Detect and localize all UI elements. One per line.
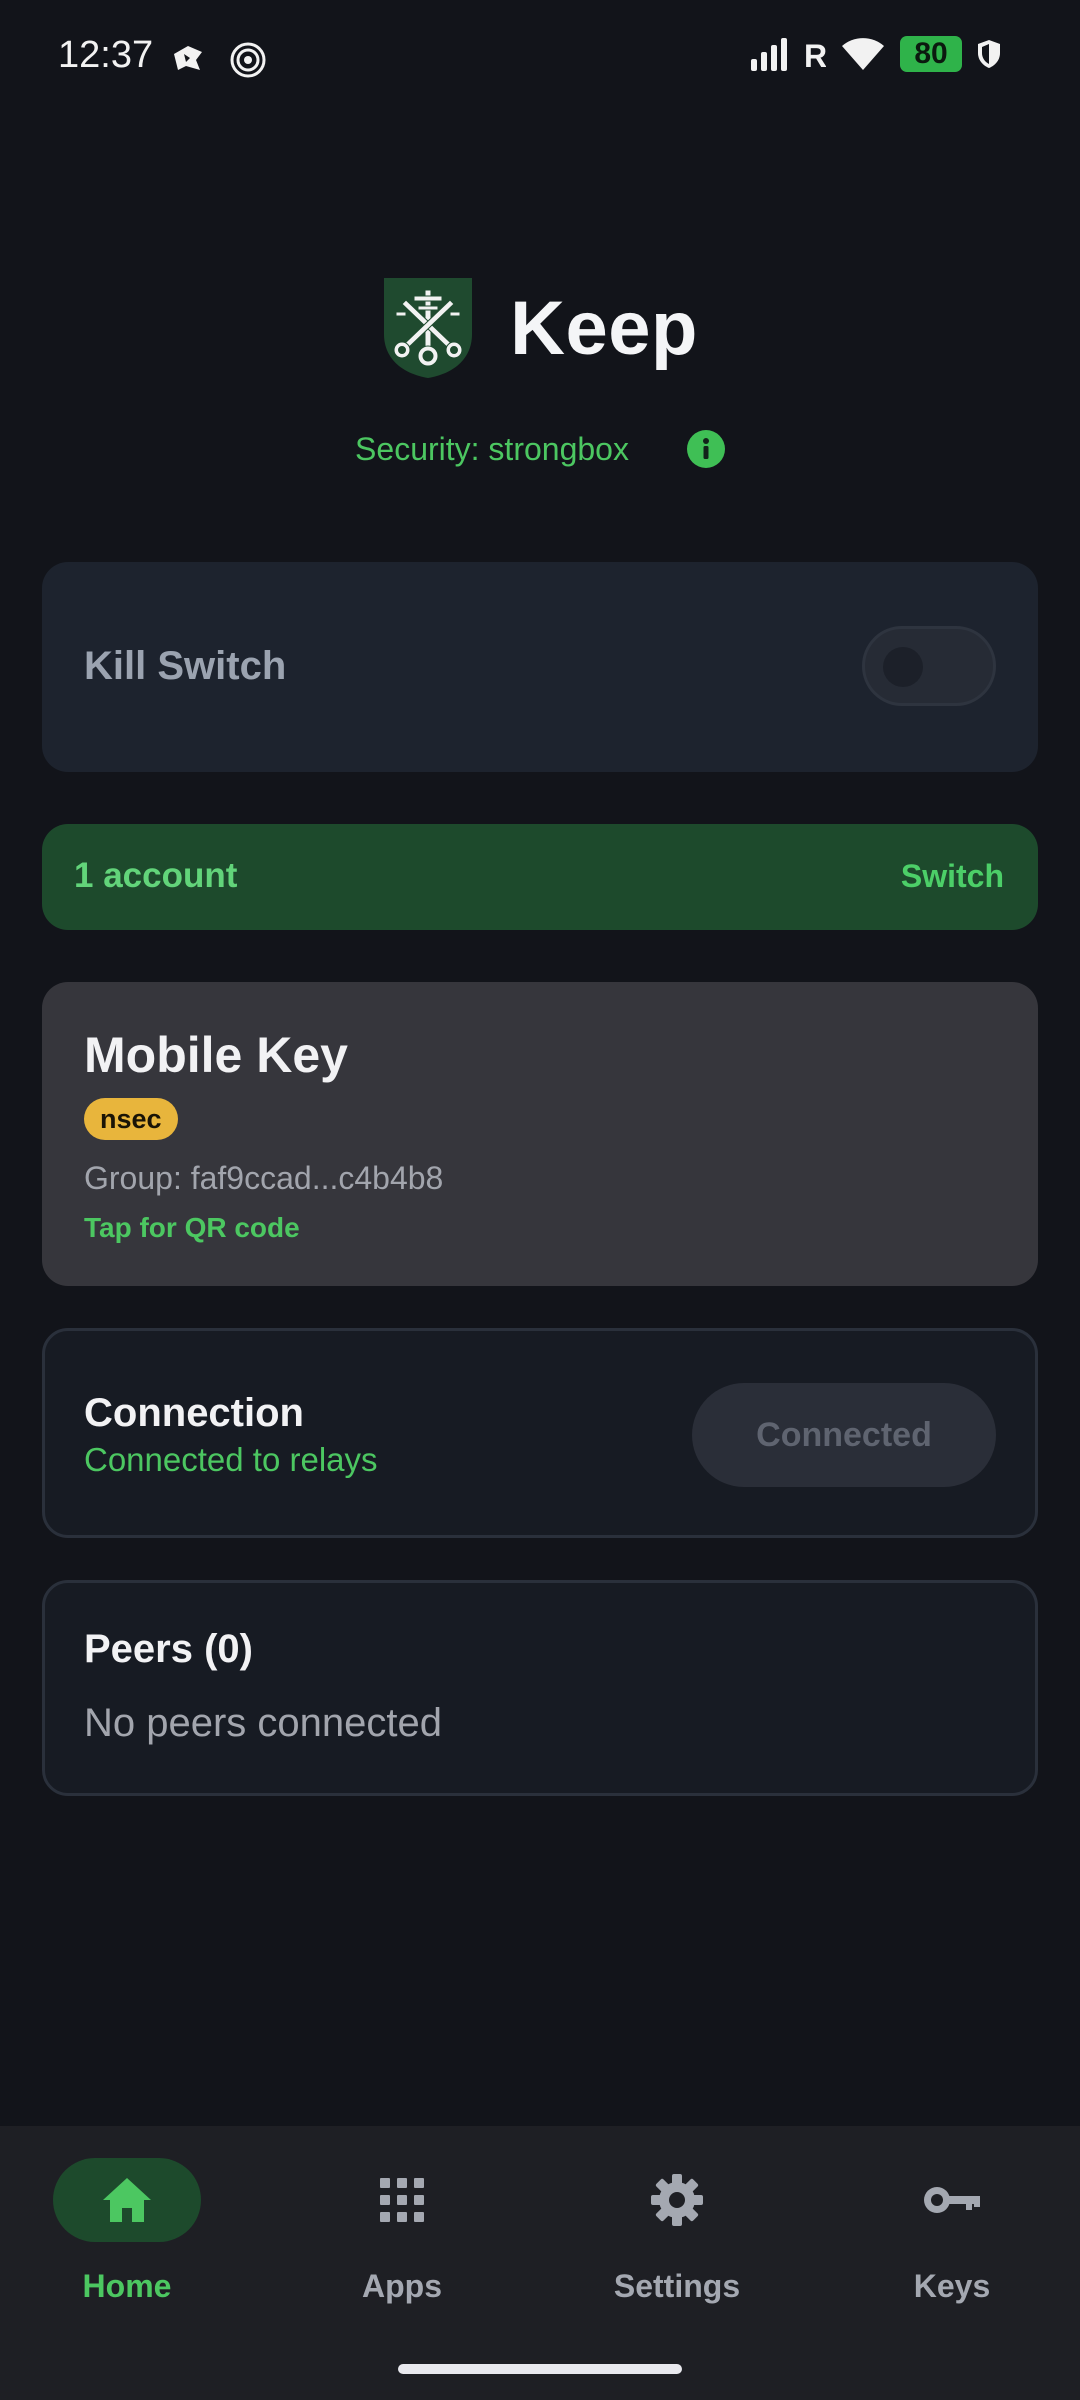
battery-icon: 80 [900,36,962,72]
connection-title: Connection [84,1391,304,1435]
nav-home[interactable]: Home [27,2158,227,2328]
connection-status: Connected to relays [84,1441,378,1478]
switch-account-button[interactable]: Switch [901,858,1004,895]
signal-icon [751,38,787,71]
hotspot-icon [228,40,268,85]
group-id: Group: faf9ccad...c4b4b8 [84,1160,444,1196]
peers-title: Peers (0) [84,1627,253,1671]
roaming-icon: R [804,38,826,70]
security-status: Security: strongbox [0,430,1080,468]
nav-keys-pill [878,2158,1026,2242]
app-header: Keep [0,276,1080,380]
crest-logo-icon [384,278,473,378]
kill-switch-label: Kill Switch [84,644,287,688]
status-time: 12:37 [58,34,154,76]
home-screen: 12:37 R 80 Keep Security: strongbox Kill… [0,0,1080,2400]
gear-icon [651,2174,703,2226]
qr-code-link[interactable]: Tap for QR code [84,1212,300,1244]
account-count: 1 account [74,856,238,895]
key-type-badge: nsec [84,1098,178,1140]
nav-apps[interactable]: Apps [302,2158,502,2328]
info-icon[interactable] [686,430,725,468]
svg-text:R: R [804,38,826,70]
account-bar[interactable]: 1 account Switch [42,824,1038,930]
bottom-navigation: Home Apps Settings Keys [0,2126,1080,2400]
wifi-icon [842,38,884,70]
nav-keys[interactable]: Keys [852,2158,1052,2328]
nav-settings-label: Settings [613,2268,741,2304]
connected-button[interactable]: Connected [692,1383,996,1487]
kill-switch-card: Kill Switch [42,562,1038,772]
security-level-text: Security: strongbox [355,430,629,467]
nav-settings-pill [603,2158,751,2242]
peers-empty-text: No peers connected [84,1701,443,1745]
nav-apps-pill [328,2158,476,2242]
home-icon [103,2178,151,2222]
notification-app-icon [170,40,206,81]
home-indicator[interactable] [398,2364,682,2374]
nav-keys-label: Keys [913,2268,991,2304]
shield-icon [978,40,1000,68]
key-icon [924,2187,980,2213]
status-bar: 12:37 R 80 [0,0,1080,118]
connection-card: Connection Connected to relays Connected [42,1328,1038,1538]
nav-home-pill [53,2158,201,2242]
kill-switch-toggle[interactable] [862,626,996,706]
peers-card: Peers (0) No peers connected [42,1580,1038,1796]
apps-grid-icon [380,2178,424,2222]
nav-apps-label: Apps [362,2268,442,2304]
nav-settings[interactable]: Settings [577,2158,777,2328]
battery-level: 80 [900,36,962,72]
nav-home-label: Home [82,2268,172,2304]
app-title: Keep [510,285,698,371]
toggle-knob [883,647,923,687]
key-title: Mobile Key [84,1027,348,1083]
status-right-cluster: R 80 [750,36,1002,72]
mobile-key-card[interactable]: Mobile Key nsec Group: faf9ccad...c4b4b8… [42,982,1038,1286]
